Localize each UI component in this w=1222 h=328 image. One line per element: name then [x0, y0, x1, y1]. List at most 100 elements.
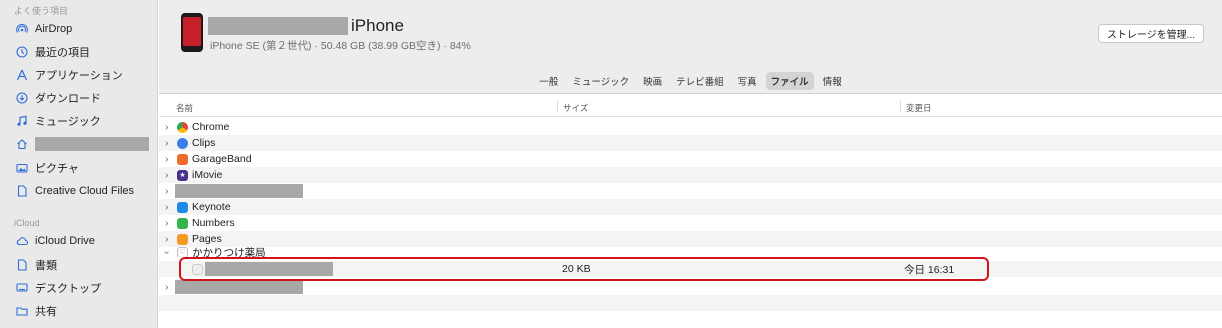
sidebar-item-label: 最近の項目: [35, 47, 90, 59]
empty-row: [159, 311, 1222, 327]
tab-general[interactable]: 一般: [534, 72, 563, 90]
tab-info[interactable]: 情報: [818, 72, 847, 90]
list-item-redacted[interactable]: ›: [159, 183, 1222, 199]
home-icon: [16, 138, 28, 150]
sidebar-item-label: 書類: [35, 260, 57, 272]
empty-row: [159, 295, 1222, 311]
row-name: Pages: [192, 233, 222, 245]
list-item-pharmacy[interactable]: › ♡ かかりつけ薬局: [159, 247, 1222, 257]
sidebar-item-pictures[interactable]: ピクチャ: [16, 158, 152, 178]
tab-photos[interactable]: 写真: [733, 72, 762, 90]
disclosure-chevron-icon[interactable]: ›: [165, 186, 168, 197]
sidebar-item-label: アプリケーション: [35, 70, 123, 82]
column-header-row: 名前 サイズ 変更日: [159, 95, 1222, 117]
pharmacy-icon: ♡: [177, 247, 188, 257]
numbers-icon: [177, 217, 188, 229]
redacted-device-owner: [208, 17, 348, 35]
redacted-row-name: [175, 184, 303, 198]
pages-icon: [177, 233, 188, 245]
document-icon: [16, 259, 28, 271]
clips-icon: [177, 137, 188, 149]
tab-movies[interactable]: 映画: [638, 72, 667, 90]
redacted-home-label: [35, 137, 149, 151]
download-icon: [16, 92, 28, 104]
row-name: GarageBand: [192, 153, 252, 165]
sidebar-item-icloud-drive[interactable]: iCloud Drive: [16, 231, 152, 251]
row-name: かかりつけ薬局: [192, 247, 266, 257]
sidebar-item-music[interactable]: ミュージック: [16, 111, 152, 131]
disclosure-chevron-icon[interactable]: ›: [165, 218, 168, 229]
disclosure-chevron-icon[interactable]: ›: [165, 202, 168, 213]
sidebar-item-airdrop[interactable]: AirDrop: [16, 19, 152, 39]
tab-files[interactable]: ファイル: [765, 72, 814, 90]
disclosure-chevron-icon[interactable]: ›: [165, 122, 168, 133]
list-item-keynote[interactable]: › Keynote: [159, 199, 1222, 215]
document-icon: [16, 185, 28, 197]
garageband-icon: [177, 153, 188, 165]
sidebar-item-home[interactable]: [16, 134, 152, 154]
pictures-icon: [16, 162, 28, 174]
column-header-size[interactable]: サイズ: [563, 102, 588, 114]
sidebar: よく使う項目 AirDrop 最近の項目 アプリケーション ダウンロード ミュー…: [0, 0, 158, 328]
keynote-icon: [177, 201, 188, 213]
music-icon: [16, 115, 28, 127]
list-item-numbers[interactable]: › Numbers: [159, 215, 1222, 231]
favorites-heading: よく使う項目: [14, 6, 69, 16]
disclosure-chevron-icon[interactable]: ›: [165, 154, 168, 165]
list-item-pages[interactable]: › Pages: [159, 231, 1222, 247]
row-name: iMovie: [192, 169, 223, 181]
sidebar-item-shared[interactable]: 共有: [16, 301, 152, 321]
row-name: Chrome: [192, 121, 230, 133]
icloud-heading: iCloud: [14, 218, 40, 228]
device-name: iPhone: [351, 16, 404, 35]
disclosure-chevron-icon[interactable]: ›: [165, 282, 168, 293]
disclosure-chevron-icon[interactable]: ›: [165, 138, 168, 149]
chrome-icon: [177, 121, 188, 133]
column-divider[interactable]: [557, 100, 558, 112]
sidebar-item-recents[interactable]: 最近の項目: [16, 42, 152, 62]
clock-icon: [16, 46, 28, 58]
disclosure-chevron-icon[interactable]: ›: [165, 170, 168, 181]
highlight-annotation: [179, 257, 989, 281]
sidebar-item-label: 共有: [35, 306, 57, 318]
sidebar-item-label: ピクチャ: [35, 163, 79, 175]
sidebar-item-label: AirDrop: [35, 23, 73, 35]
list-item-redacted-2[interactable]: ›: [159, 279, 1222, 295]
sidebar-item-label: iCloud Drive: [35, 235, 95, 247]
device-header: iPhone iPhone SE (第２世代) · 50.48 GB (38.9…: [159, 0, 1222, 94]
list-item-clips[interactable]: › Clips: [159, 135, 1222, 151]
list-item-chrome[interactable]: › Chrome: [159, 119, 1222, 135]
column-divider[interactable]: [900, 100, 901, 112]
column-header-modified[interactable]: 変更日: [906, 102, 932, 114]
device-info: iPhone SE (第２世代) · 50.48 GB (38.99 GB空き)…: [210, 40, 471, 52]
applications-icon: [16, 69, 28, 81]
sidebar-item-desktop[interactable]: デスクトップ: [16, 278, 152, 298]
iphone-icon: [181, 13, 203, 52]
list-item-imovie[interactable]: › ★ iMovie: [159, 167, 1222, 183]
redacted-row-name: [175, 280, 303, 294]
tab-tv-shows[interactable]: テレビ番組: [671, 72, 729, 90]
sidebar-item-downloads[interactable]: ダウンロード: [16, 88, 152, 108]
column-header-name[interactable]: 名前: [176, 102, 193, 114]
tab-music[interactable]: ミュージック: [567, 72, 634, 90]
list-item-garageband[interactable]: › GarageBand: [159, 151, 1222, 167]
desktop-icon: [16, 282, 28, 294]
shared-folder-icon: [16, 305, 28, 317]
row-name: Clips: [192, 137, 216, 149]
sidebar-item-creative-cloud[interactable]: Creative Cloud Files: [16, 181, 152, 201]
row-name: Numbers: [192, 217, 235, 229]
file-list: 名前 サイズ 変更日 › Chrome › Clips › GarageBand…: [159, 95, 1222, 328]
sidebar-item-label: Creative Cloud Files: [35, 185, 135, 197]
airdrop-icon: [16, 23, 28, 35]
sidebar-item-label: ミュージック: [35, 116, 101, 128]
disclosure-chevron-icon[interactable]: ›: [165, 234, 168, 245]
imovie-icon: ★: [177, 169, 188, 181]
manage-storage-button[interactable]: ストレージを管理...: [1097, 24, 1204, 43]
sidebar-item-applications[interactable]: アプリケーション: [16, 65, 152, 85]
disclosure-chevron-icon[interactable]: ›: [161, 250, 172, 253]
cloud-icon: [16, 235, 28, 247]
sidebar-item-label: ダウンロード: [35, 93, 101, 105]
row-name: Keynote: [192, 201, 231, 213]
sidebar-item-documents[interactable]: 書類: [16, 255, 152, 275]
tab-bar: 一般 ミュージック 映画 テレビ番組 写真 ファイル 情報: [159, 72, 1222, 90]
